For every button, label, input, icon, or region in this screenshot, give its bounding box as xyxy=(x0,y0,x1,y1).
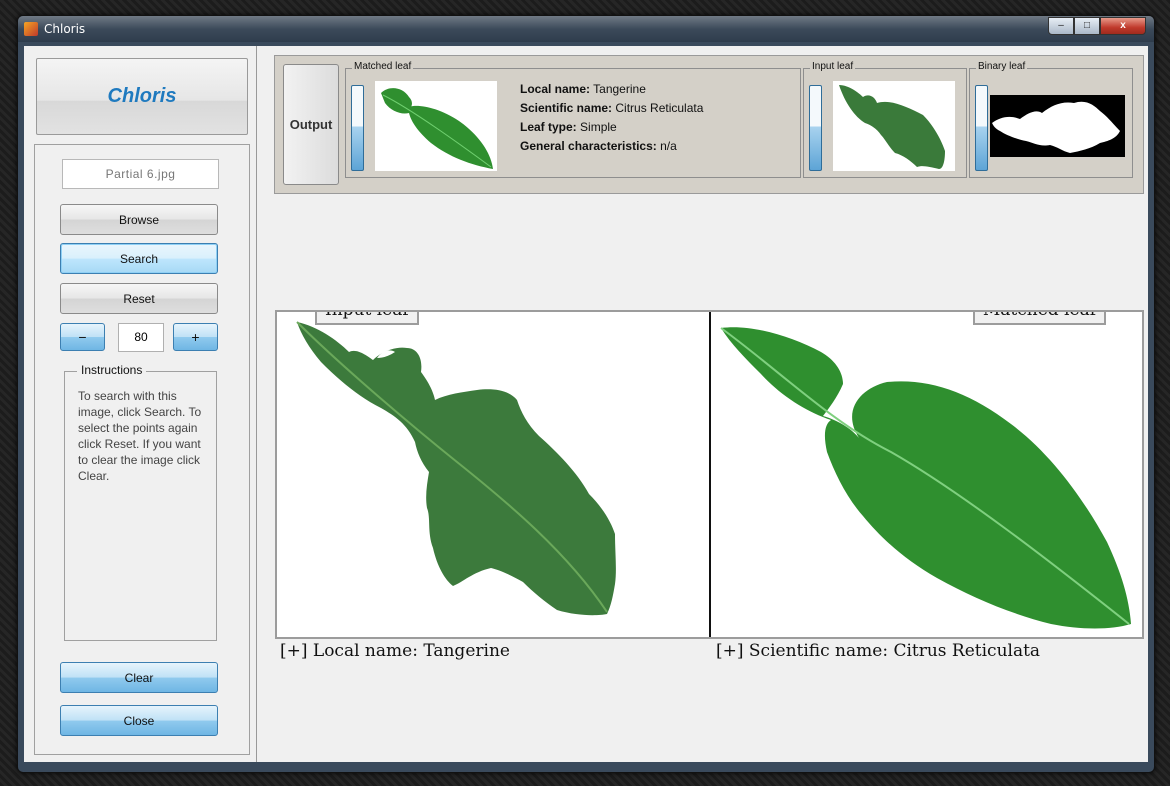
close-button[interactable]: Close xyxy=(60,705,218,736)
window-controls: – □ x xyxy=(1048,17,1146,35)
input-leaf-group-title: Input leaf xyxy=(810,61,856,72)
title-bar[interactable]: Chloris – □ x xyxy=(18,16,1154,42)
left-panel: Chloris Partial 6.jpg Browse Search Rese… xyxy=(24,46,257,762)
controls-panel: Partial 6.jpg Browse Search Reset − 80 +… xyxy=(34,144,250,755)
instructions-panel: Instructions To search with this image, … xyxy=(64,363,217,641)
leaf-type-value: Simple xyxy=(580,120,617,134)
scientific-name-key: Scientific name: xyxy=(520,101,613,115)
matched-leaf-thumbnail xyxy=(375,81,497,171)
brand-banner: Chloris xyxy=(36,58,248,135)
binary-leaf-group: Binary leaf xyxy=(969,61,1133,178)
reset-button[interactable]: Reset xyxy=(60,283,218,314)
maximize-button[interactable]: □ xyxy=(1074,17,1100,35)
browse-button[interactable]: Browse xyxy=(60,204,218,235)
instructions-text: To search with this image, click Search.… xyxy=(78,389,202,483)
matched-leaf-label: Matched leaf xyxy=(972,312,1106,325)
leaf-type-key: Leaf type: xyxy=(520,120,577,134)
instructions-title: Instructions xyxy=(77,363,147,377)
minimize-button[interactable]: – xyxy=(1048,17,1074,35)
app-window: Chloris – □ x Chloris Partial 6.jpg Brow… xyxy=(17,15,1155,773)
input-leaf-label: Input leaf xyxy=(315,312,419,325)
matlab-icon xyxy=(24,22,38,36)
brand-title: Chloris xyxy=(107,85,177,107)
close-window-button[interactable]: x xyxy=(1100,17,1146,35)
filename-field[interactable]: Partial 6.jpg xyxy=(62,159,219,189)
input-leaf-view: Input leaf xyxy=(277,312,709,637)
binary-leaf-group-title: Binary leaf xyxy=(976,61,1028,72)
window-title: Chloris xyxy=(44,22,86,36)
binary-leaf-slider[interactable] xyxy=(975,85,988,171)
scientific-name-value: Citrus Reticulata xyxy=(615,101,704,115)
input-leaf-thumbnail xyxy=(833,81,955,171)
clear-button[interactable]: Clear xyxy=(60,662,218,693)
matched-leaf-group: Matched leaf Local name: Tangerine Scien… xyxy=(345,61,801,178)
general-characteristics-value: n/a xyxy=(660,139,677,153)
binary-leaf-thumbnail xyxy=(990,95,1125,157)
output-button[interactable]: Output xyxy=(283,64,339,185)
general-characteristics-key: General characteristics: xyxy=(520,139,657,153)
input-leaf-group: Input leaf xyxy=(803,61,967,178)
local-name-caption[interactable]: [+] Local name: Tangerine xyxy=(280,641,510,661)
matched-leaf-group-title: Matched leaf xyxy=(352,61,414,72)
comparison-panel: Input leaf Matched leaf xyxy=(275,310,1144,639)
leaf-info: Local name: Tangerine Scientific name: C… xyxy=(520,80,703,156)
search-button[interactable]: Search xyxy=(60,243,218,274)
increment-button[interactable]: + xyxy=(173,323,218,351)
decrement-button[interactable]: − xyxy=(60,323,105,351)
input-leaf-slider[interactable] xyxy=(809,85,822,171)
matched-leaf-slider[interactable] xyxy=(351,85,364,171)
client-area: Chloris Partial 6.jpg Browse Search Rese… xyxy=(24,46,1148,762)
scientific-name-caption[interactable]: [+] Scientific name: Citrus Reticulata xyxy=(716,641,1040,661)
threshold-value-field[interactable]: 80 xyxy=(118,323,164,352)
matched-leaf-view: Matched leaf xyxy=(711,312,1142,637)
local-name-key: Local name: xyxy=(520,82,591,96)
output-panel: Output Matched leaf Local name: Tangerin… xyxy=(274,55,1144,194)
local-name-value: Tangerine xyxy=(593,82,646,96)
